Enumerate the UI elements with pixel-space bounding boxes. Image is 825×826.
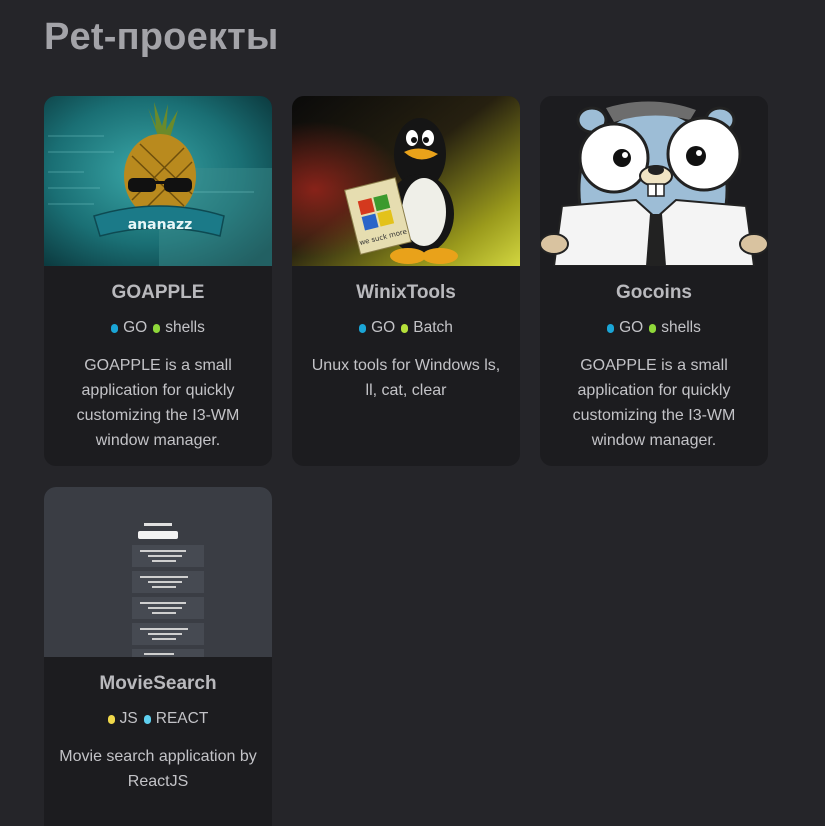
react-dot-icon — [143, 714, 151, 724]
gopher-image — [540, 96, 768, 266]
tag-js: JS — [107, 710, 138, 728]
js-dot-icon — [107, 714, 115, 724]
project-description: GOAPPLE is a small application for quick… — [572, 357, 736, 449]
tag-label: shells — [165, 319, 205, 336]
tag-list: GO shells — [111, 319, 205, 337]
tag-go: GO — [111, 319, 147, 337]
tag-label: GO — [371, 319, 396, 336]
project-title: GOAPPLE — [111, 282, 205, 303]
svg-text:ananazz: ananazz — [128, 217, 193, 233]
project-title: Gocoins — [615, 282, 692, 303]
project-card-goapple[interactable]: ananazz GOAPPLE GO shells GOAPPLE is a s… — [44, 96, 272, 466]
tag-batch: Batch — [401, 319, 453, 337]
project-title: MovieSearch — [99, 673, 217, 694]
project-description: GOAPPLE is a small application for quick… — [76, 357, 240, 449]
tag-list: GO Batch — [359, 319, 453, 337]
project-card-moviesearch[interactable]: MovieSearch JS REACT Movie search applic… — [44, 487, 272, 826]
projects-grid: ananazz GOAPPLE GO shells GOAPPLE is a s… — [44, 96, 768, 826]
go-dot-icon — [359, 323, 367, 333]
tag-list: JS REACT — [107, 710, 209, 728]
tag-label: Batch — [413, 319, 453, 336]
shells-dot-icon — [649, 323, 657, 333]
tag-label: shells — [661, 319, 701, 336]
tag-label: REACT — [155, 710, 209, 727]
batch-dot-icon — [401, 323, 409, 333]
movie-search-screenshot-image — [44, 487, 272, 657]
tag-label: GO — [619, 319, 644, 336]
tag-react: REACT — [143, 710, 209, 728]
tag-shells: shells — [649, 319, 701, 337]
pineapple-logo-image: ananazz — [44, 96, 272, 266]
tux-penguin-image: we suck more — [292, 96, 520, 266]
project-description: Movie search application by ReactJS — [59, 748, 257, 790]
tag-go: GO — [607, 319, 643, 337]
project-card-winixtools[interactable]: we suck more WinixTools GO Batch Unux to… — [292, 96, 520, 466]
go-dot-icon — [111, 323, 119, 333]
project-card-gocoins[interactable]: Gocoins GO shells GOAPPLE is a small app… — [540, 96, 768, 466]
project-title: WinixTools — [356, 282, 456, 303]
tag-shells: shells — [153, 319, 205, 337]
tag-go: GO — [359, 319, 395, 337]
shells-dot-icon — [153, 323, 161, 333]
project-description: Unux tools for Windows ls, ll, cat, clea… — [311, 357, 501, 399]
section-title: Pet-проекты — [44, 16, 279, 58]
tag-list: GO shells — [607, 319, 701, 337]
tag-label: GO — [123, 319, 148, 336]
go-dot-icon — [607, 323, 615, 333]
tag-label: JS — [119, 710, 138, 727]
